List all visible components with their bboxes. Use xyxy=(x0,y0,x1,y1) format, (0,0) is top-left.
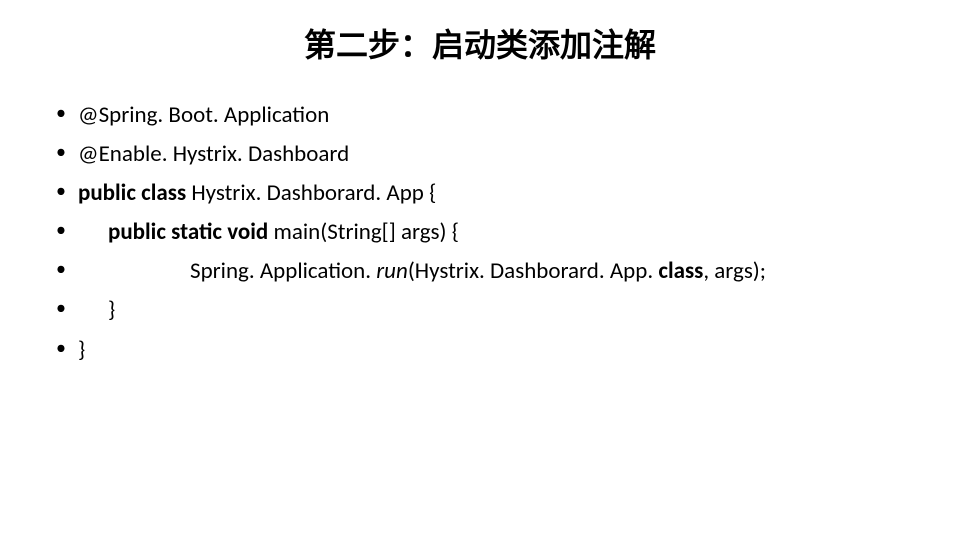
code-line: public class Hystrix. Dashborard. App { xyxy=(78,179,436,207)
slide-title: 第二步：启动类添加注解 xyxy=(50,20,910,66)
code-line: @Spring. Boot. Application xyxy=(78,101,329,129)
code-line: } xyxy=(78,336,85,364)
code-list: @Spring. Boot. Application @Enable. Hyst… xyxy=(50,96,910,370)
list-item: Spring. Application. run(Hystrix. Dashbo… xyxy=(50,252,910,291)
list-item: } xyxy=(50,331,910,370)
code-line: @Enable. Hystrix. Dashboard xyxy=(78,140,349,168)
code-line: } xyxy=(78,291,115,330)
list-item: } xyxy=(50,291,910,330)
code-line: Spring. Application. run(Hystrix. Dashbo… xyxy=(78,252,766,291)
list-item: @Spring. Boot. Application xyxy=(50,96,910,135)
list-item: @Enable. Hystrix. Dashboard xyxy=(50,135,910,174)
code-line: public static void main(String[] args) { xyxy=(78,213,459,252)
list-item: public class Hystrix. Dashborard. App { xyxy=(50,174,910,213)
list-item: public static void main(String[] args) { xyxy=(50,213,910,252)
